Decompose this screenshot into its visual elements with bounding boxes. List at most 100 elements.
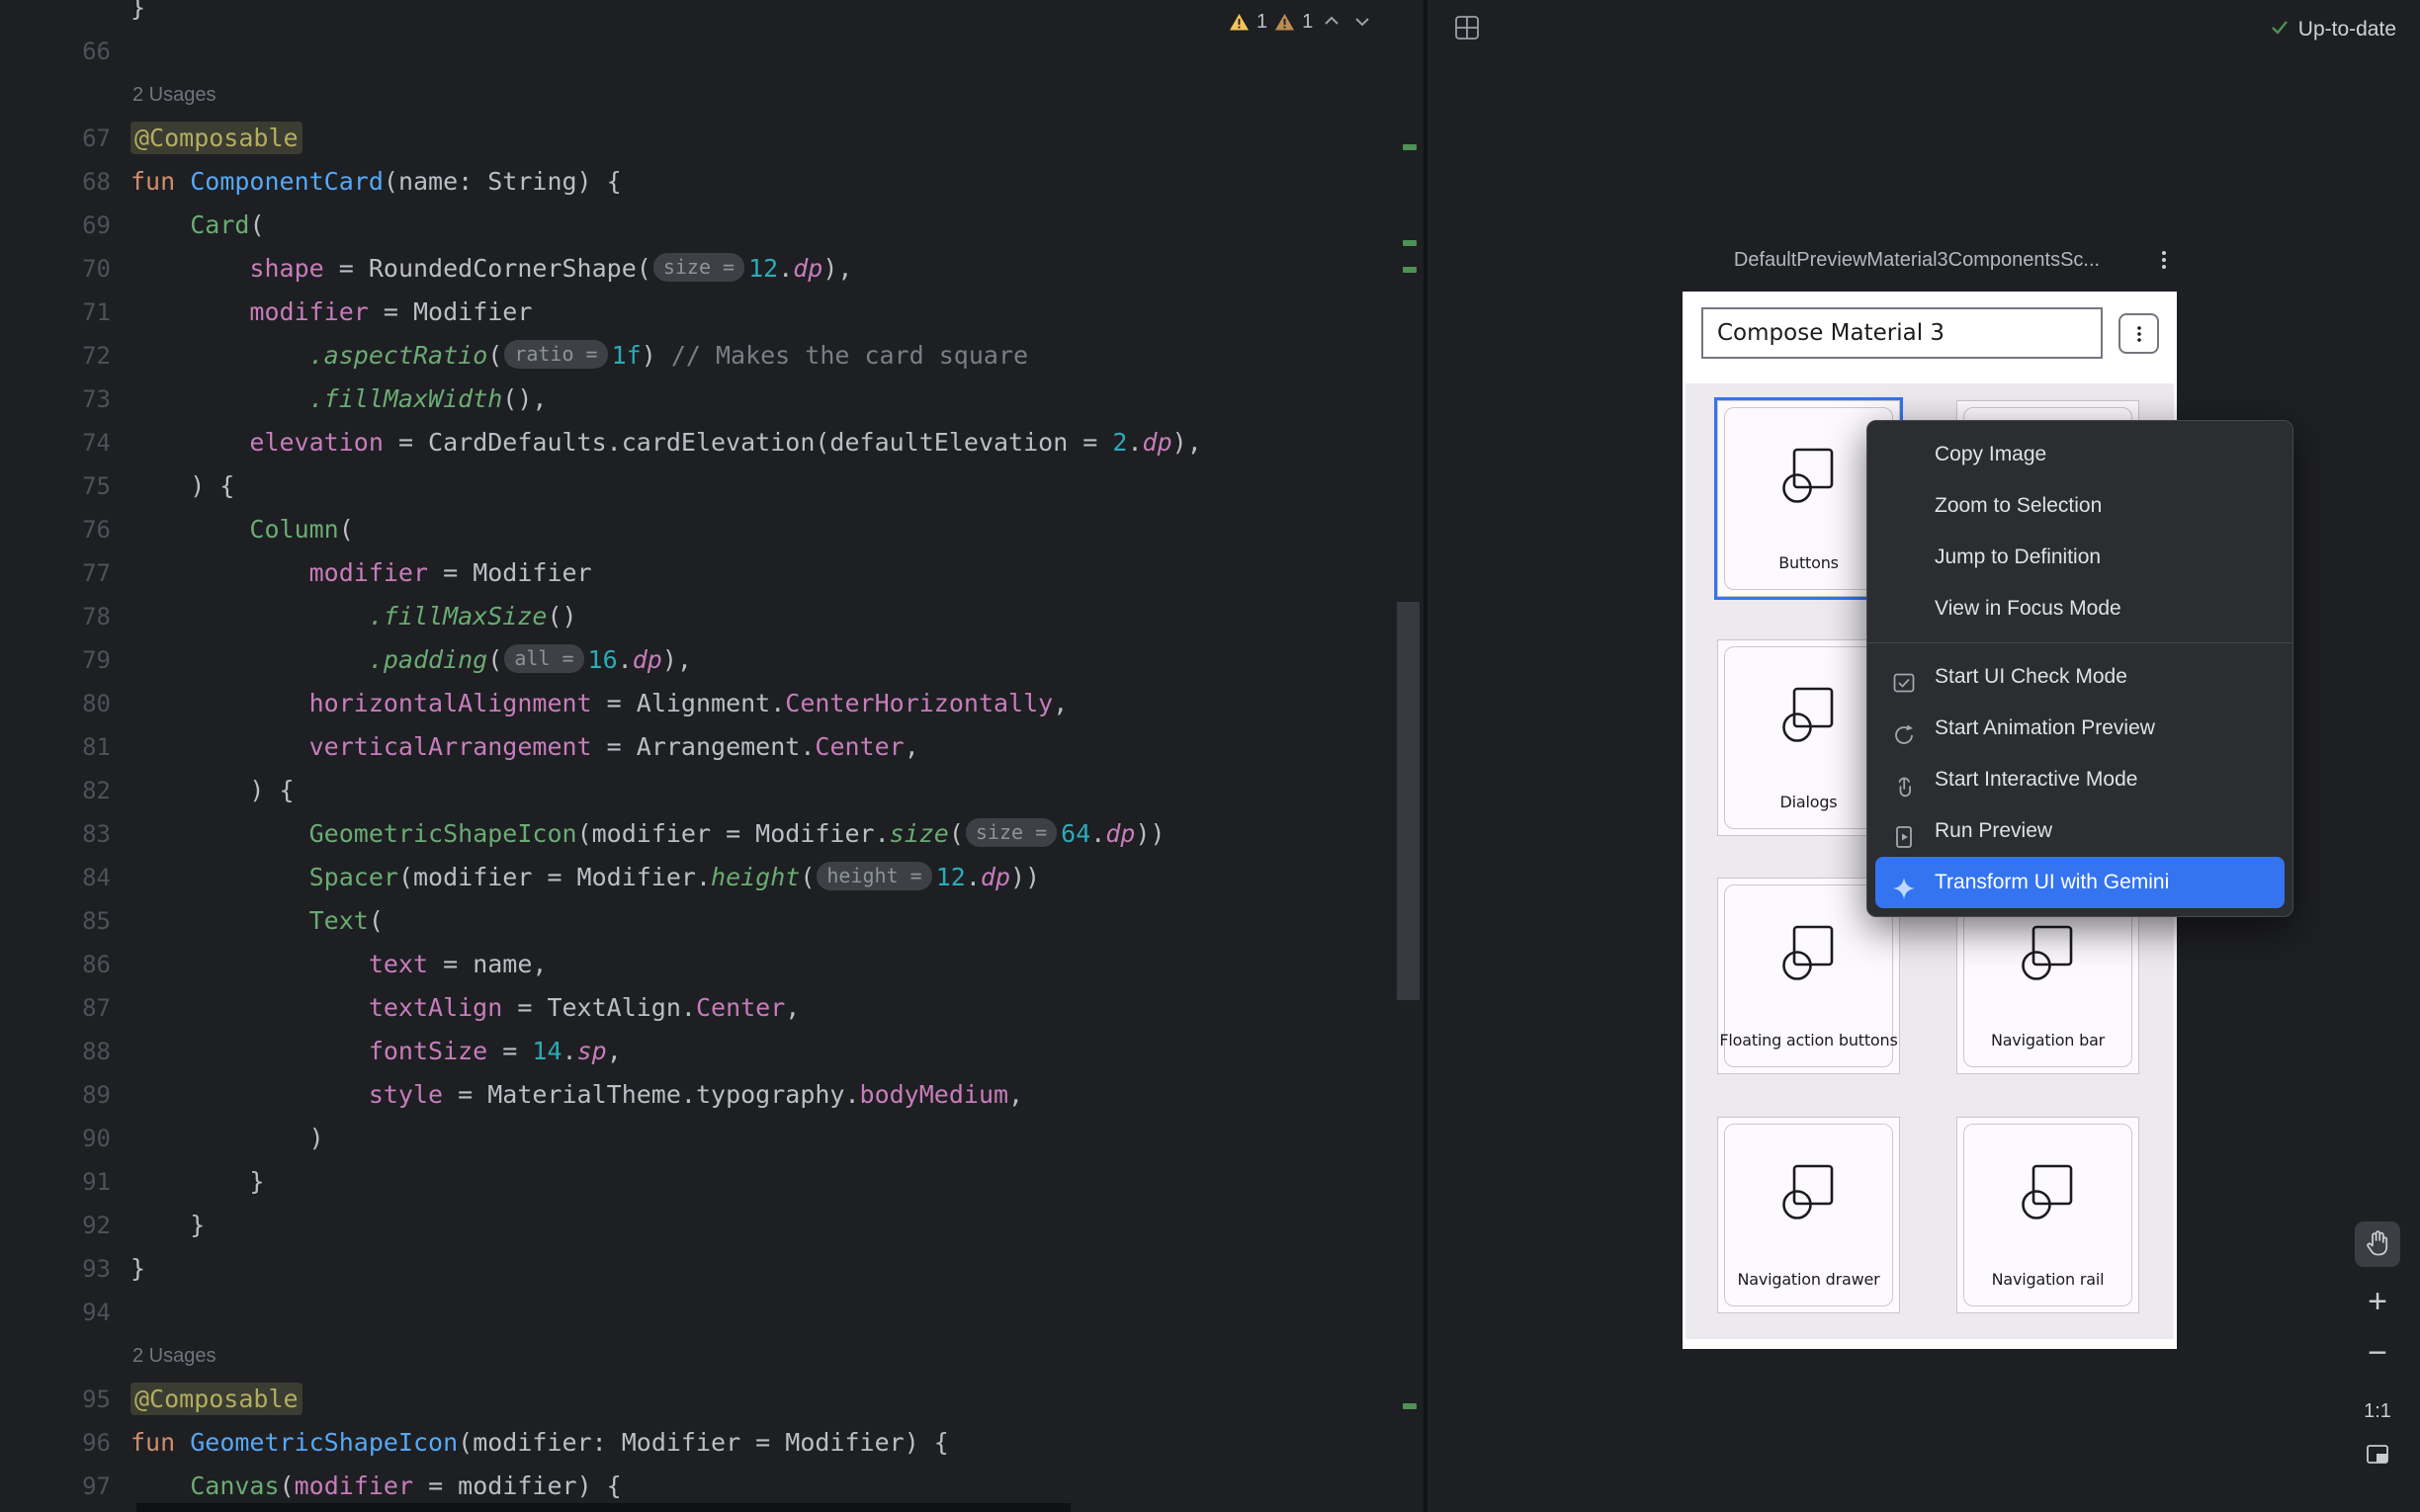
zoom-to-fit-icon[interactable] [2364,1441,2391,1469]
code-line[interactable]: 87 textAlign = TextAlign.Center, [0,986,1424,1030]
menu-item-jump-to-definition[interactable]: Jump to Definition [1867,532,2292,583]
code-line[interactable]: 79 .padding(all =16.dp), [0,638,1424,682]
line-number[interactable]: 82 [0,769,111,812]
code-line[interactable]: 74 elevation = CardDefaults.cardElevatio… [0,421,1424,464]
line-number[interactable]: 75 [0,464,111,508]
code-line[interactable]: 93} [0,1247,1424,1291]
line-number[interactable]: 69 [0,204,111,247]
code-line[interactable]: 69 Card( [0,204,1424,247]
inspections-widget[interactable]: 1 1 [1229,7,1374,37]
preview-card-navigation-drawer[interactable]: Navigation drawer [1717,1117,1900,1313]
code-line[interactable]: 75 ) { [0,464,1424,508]
code-line[interactable]: 73 .fillMaxWidth(), [0,378,1424,421]
code-line[interactable]: 83 GeometricShapeIcon(modifier = Modifie… [0,812,1424,856]
line-number[interactable]: 91 [0,1160,111,1204]
line-number[interactable]: 81 [0,725,111,769]
line-number[interactable]: 80 [0,682,111,725]
pan-hand-button[interactable] [2355,1221,2400,1267]
prev-problem-chevron-up-icon[interactable] [1320,10,1343,34]
code-line[interactable]: 78 .fillMaxSize() [0,595,1424,638]
editor-horizontal-scrollbar[interactable] [136,1503,1071,1512]
code-line[interactable]: 66 [0,30,1424,73]
line-number[interactable]: 84 [0,856,111,899]
code-line[interactable]: 72 .aspectRatio(ratio =1f) // Makes the … [0,334,1424,378]
line-number[interactable]: 72 [0,334,111,378]
usages-hint[interactable]: 2 Usages [132,73,216,117]
line-number[interactable]: 93 [0,1247,111,1291]
line-number[interactable]: 73 [0,378,111,421]
inlay-usages-row[interactable]: 2 Usages [0,1334,1424,1378]
code-text: } [130,1204,205,1247]
menu-item-zoom-to-selection[interactable]: Zoom to Selection [1867,480,2292,532]
next-problem-chevron-down-icon[interactable] [1350,10,1374,34]
line-number[interactable]: 89 [0,1073,111,1117]
line-number[interactable]: 87 [0,986,111,1030]
zoom-out-button[interactable]: − [2355,1336,2400,1370]
code-line[interactable]: 94 [0,1291,1424,1334]
code-line[interactable]: 85 Text( [0,899,1424,943]
line-number[interactable]: 97 [0,1465,111,1508]
menu-item-transform-ui-with-gemini[interactable]: Transform UI with Gemini [1875,857,2285,908]
code-line[interactable]: 91 } [0,1160,1424,1204]
line-number[interactable]: 70 [0,247,111,291]
line-number[interactable]: 92 [0,1204,111,1247]
inlay-usages-row[interactable]: 2 Usages [0,73,1424,117]
menu-item-start-animation-preview[interactable]: Start Animation Preview [1867,703,2292,754]
line-number[interactable]: 77 [0,551,111,595]
preview-card-navigation-rail[interactable]: Navigation rail [1956,1117,2139,1313]
kebab-menu-icon[interactable] [2151,247,2177,273]
menu-item-copy-image[interactable]: Copy Image [1867,429,2292,480]
line-number[interactable]: 71 [0,291,111,334]
line-number[interactable]: 86 [0,943,111,986]
usages-hint[interactable]: 2 Usages [132,1334,216,1378]
code-line[interactable]: 71 modifier = Modifier [0,291,1424,334]
zoom-in-button[interactable]: + [2355,1285,2400,1318]
line-number[interactable]: 66 [0,30,111,73]
zoom-scale-button[interactable]: 1:1 [2355,1399,2400,1423]
line-number[interactable]: 79 [0,638,111,682]
code-line[interactable]: 86 text = name, [0,943,1424,986]
code-line[interactable]: 92 } [0,1204,1424,1247]
sync-status[interactable]: Up-to-date [2269,16,2396,42]
line-number[interactable]: 95 [0,1378,111,1421]
line-number[interactable]: 96 [0,1421,111,1465]
code-line[interactable]: } [0,0,1424,30]
code-line[interactable]: 81 verticalArrangement = Arrangement.Cen… [0,725,1424,769]
menu-item-label: Copy Image [1935,443,2046,465]
menu-item-start-ui-check-mode[interactable]: Start UI Check Mode [1867,651,2292,703]
code-line[interactable]: 82 ) { [0,769,1424,812]
code-line[interactable]: 70 shape = RoundedCornerShape(size =12.d… [0,247,1424,291]
code-line[interactable]: 97 Canvas(modifier = modifier) { [0,1465,1424,1508]
line-number[interactable]: 68 [0,160,111,204]
code-line[interactable]: 84 Spacer(modifier = Modifier.height(hei… [0,856,1424,899]
editor-scrollbar-thumb[interactable] [1397,602,1420,1000]
code-line[interactable]: 89 style = MaterialTheme.typography.body… [0,1073,1424,1117]
menu-item-start-interactive-mode[interactable]: Start Interactive Mode [1867,754,2292,805]
line-number[interactable]: 94 [0,1291,111,1334]
line-number[interactable]: 76 [0,508,111,551]
line-number[interactable]: 83 [0,812,111,856]
code-line[interactable]: 90 ) [0,1117,1424,1160]
line-number[interactable]: 78 [0,595,111,638]
menu-item-run-preview[interactable]: Run Preview [1867,805,2292,857]
line-number[interactable]: 67 [0,117,111,160]
grid-layout-icon[interactable] [1452,13,1482,42]
menu-item-view-in-focus-mode[interactable]: View in Focus Mode [1867,583,2292,634]
code-line[interactable]: 67@Composable [0,117,1424,160]
line-number[interactable]: 74 [0,421,111,464]
code-line[interactable]: 68fun ComponentCard(name: String) { [0,160,1424,204]
geometric-shape-icon [1777,684,1841,747]
code-line[interactable]: 88 fontSize = 14.sp, [0,1030,1424,1073]
code-text: style = MaterialTheme.typography.bodyMed… [130,1073,1023,1117]
line-number[interactable]: 85 [0,899,111,943]
warning-icon [1229,13,1250,32]
line-number[interactable]: 88 [0,1030,111,1073]
line-number[interactable]: 90 [0,1117,111,1160]
menu-item-label: Start UI Check Mode [1935,665,2127,688]
code-line[interactable]: 95@Composable [0,1378,1424,1421]
code-line[interactable]: 80 horizontalAlignment = Alignment.Cente… [0,682,1424,725]
code-line[interactable]: 77 modifier = Modifier [0,551,1424,595]
code-editor[interactable]: }662 Usages67@Composable68fun ComponentC… [0,0,1424,1512]
code-line[interactable]: 76 Column( [0,508,1424,551]
code-line[interactable]: 96fun GeometricShapeIcon(modifier: Modif… [0,1421,1424,1465]
